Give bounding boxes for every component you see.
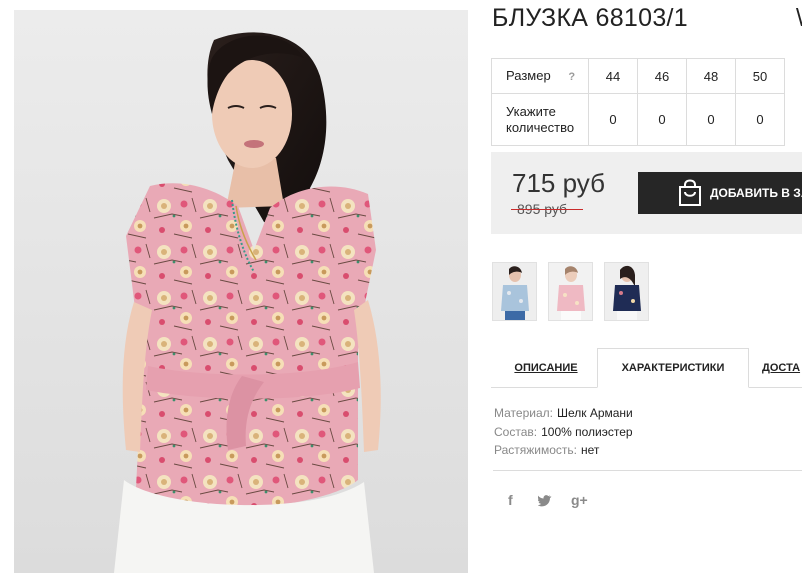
thumb-light-blue-blouse — [493, 263, 536, 320]
size-cell-44[interactable]: 44 — [588, 58, 638, 94]
spec-row-stretch: Растяжимость: нет — [494, 441, 633, 460]
product-photo-image — [14, 10, 468, 573]
tab-characteristics[interactable]: ХАРАКТЕРИСТИКИ — [597, 348, 749, 388]
spec-value: нет — [581, 443, 600, 457]
spec-key: Материал: — [494, 406, 553, 420]
size-help-icon[interactable]: ? — [568, 69, 575, 85]
thumb-pink-blouse — [549, 263, 592, 320]
quantity-row: Укажите количество 0 0 0 0 — [491, 93, 785, 146]
size-cell-48[interactable]: 48 — [686, 58, 736, 94]
product-photo[interactable] — [14, 10, 468, 573]
twitter-icon[interactable] — [537, 492, 552, 510]
spec-value: 100% полиэстер — [541, 424, 633, 439]
spec-row-composition: Состав: 100% полиэстер — [494, 423, 633, 442]
tab-description[interactable]: ОПИСАНИЕ — [491, 348, 601, 388]
quantity-input-44[interactable]: 0 — [588, 93, 638, 146]
thumb-navy-blouse — [605, 263, 648, 320]
quantity-label-line-1: Укажите — [506, 103, 556, 119]
spec-row-material: Материал: Шелк Армани — [494, 404, 633, 423]
price-panel: 715 руб 895 руб ДОБАВИТЬ В ЗАК — [491, 152, 802, 234]
quantity-input-50[interactable]: 0 — [735, 93, 785, 146]
spec-value: Шелк Армани — [556, 406, 633, 420]
add-to-cart-button[interactable]: ДОБАВИТЬ В ЗАК — [638, 172, 802, 214]
tab-delivery[interactable]: ДОСТА — [762, 348, 802, 388]
size-row: Размер ? 44 46 48 50 — [491, 58, 785, 94]
size-row-label: Размер ? — [491, 58, 589, 94]
thumbnail-2[interactable] — [548, 262, 593, 321]
add-to-cart-label: ДОБАВИТЬ В ЗАК — [710, 186, 802, 200]
quantity-row-label: Укажите количество — [491, 93, 589, 146]
size-cell-50[interactable]: 50 — [735, 58, 785, 94]
facebook-icon[interactable]: f — [508, 492, 513, 508]
quantity-input-48[interactable]: 0 — [686, 93, 736, 146]
thumbnail-1[interactable] — [492, 262, 537, 321]
spec-key: Состав: — [494, 424, 538, 439]
quantity-input-46[interactable]: 0 — [637, 93, 687, 146]
spec-key: Растяжимость: — [494, 443, 578, 457]
title-overflow-glyph: \ — [796, 4, 802, 33]
product-title: БЛУЗКА 68103/1 — [492, 4, 688, 32]
price-current: 715 руб — [512, 168, 605, 198]
twitter-bird-icon — [537, 495, 552, 507]
size-label: Размер — [506, 67, 551, 83]
shopping-bag-icon — [679, 179, 701, 206]
google-plus-icon[interactable]: g+ — [571, 492, 588, 508]
thumbnail-3[interactable] — [604, 262, 649, 321]
quantity-label-line-2: количество — [506, 119, 575, 135]
characteristics-list: Материал: Шелк Армани Состав: 100% полиэст… — [494, 404, 633, 460]
price-old-strike — [511, 209, 583, 210]
size-cell-46[interactable]: 46 — [637, 58, 687, 94]
size-quantity-table: Размер ? 44 46 48 50 Укажите количество … — [491, 58, 785, 146]
content-divider — [493, 470, 802, 471]
